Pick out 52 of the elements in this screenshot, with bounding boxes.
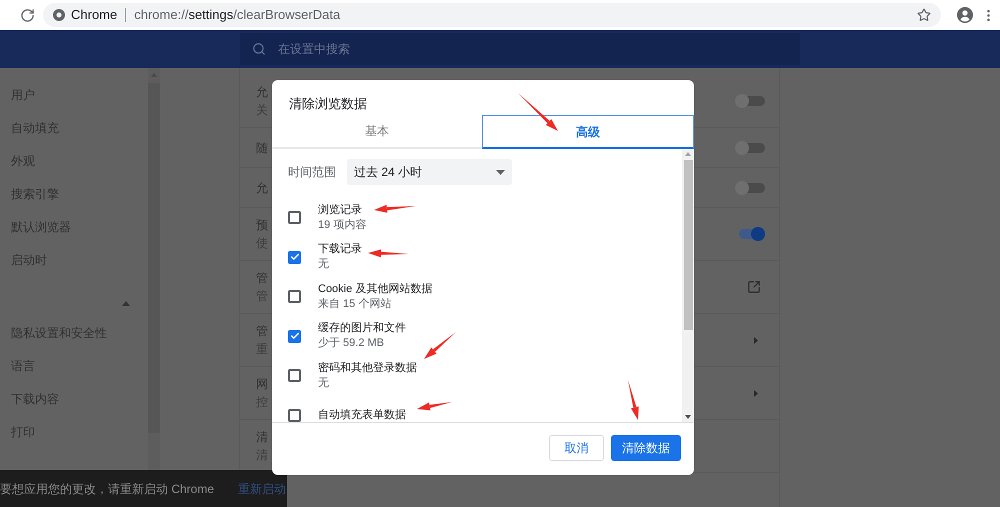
time-range-select[interactable]: 过去 24 小时 [347,159,512,185]
scrollbar[interactable] [682,149,694,422]
checkbox[interactable] [288,330,301,343]
checkbox[interactable] [288,408,301,422]
annotation-arrow [628,380,639,420]
item-subtitle: 无 [318,376,329,391]
globe-icon [53,9,65,21]
item-title: 自动填充表单数据 [318,408,406,422]
annotation-arrow [518,93,558,131]
search-icon [252,42,266,56]
item-subtitle: 来自 15 个网站 [318,296,392,312]
scroll-down-icon[interactable] [685,415,691,419]
checkbox[interactable] [288,250,301,264]
checkbox[interactable] [288,211,301,224]
url-text: chrome://settings/clearBrowserData [134,6,340,24]
bookmark-star-icon[interactable] [917,8,931,22]
arrow-right-icon[interactable] [754,336,758,344]
item-subtitle: 无 [318,257,329,272]
external-link-icon[interactable] [747,280,761,294]
cancel-button[interactable]: 取消 [549,435,604,461]
time-range-label: 时间范围 [288,164,336,181]
restart-link[interactable]: 重新启动 [238,480,286,498]
dialog-title: 清除浏览数据 [289,95,367,113]
annotation-arrow [417,402,452,410]
annotation-arrow [374,204,416,213]
item-title: 下载记录 [318,242,362,258]
checkbox[interactable] [288,369,301,382]
collapse-caret-icon[interactable] [122,300,130,306]
dropdown-caret-icon [496,170,505,174]
snackbar-message: 要想应用您的更改，请重新启动 Chrome [0,480,214,498]
search-input[interactable]: 在设置中搜索 [278,40,678,58]
reload-icon[interactable] [20,8,35,22]
account-icon[interactable] [957,7,973,23]
item-title: 浏览记录 [318,202,362,218]
toggle-switch[interactable] [735,180,765,194]
clear-data-button[interactable]: 清除数据 [611,435,681,461]
tab[interactable]: 基本 [272,115,482,147]
arrow-right-icon[interactable] [754,390,758,396]
checkbox[interactable] [288,290,301,304]
item-subtitle: 少于 59.2 MB [318,336,384,352]
annotation-arrow [424,332,456,359]
item-title: 缓存的图片和文件 [318,321,406,336]
toggle-switch[interactable] [735,94,765,108]
search-field[interactable]: 在设置中搜索 [240,33,800,65]
item-title: Cookie 及其他网站数据 [318,282,432,297]
scroll-up-icon[interactable] [685,152,691,156]
toggle-switch[interactable] [735,140,765,154]
site-label: Chrome [71,6,118,24]
item-title: 密码和其他登录数据 [318,360,417,376]
item-subtitle: 19 项内容 [318,218,366,233]
address-bar[interactable]: Chrome chrome://settings/clearBrowserData [43,3,941,27]
annotation-arrow [368,249,409,258]
